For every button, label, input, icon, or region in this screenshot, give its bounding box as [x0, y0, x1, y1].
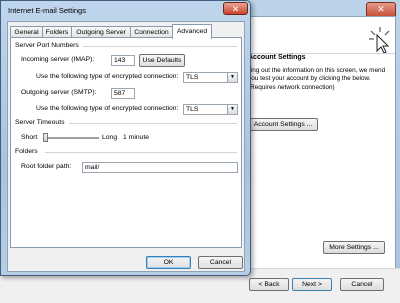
- ok-button[interactable]: OK: [146, 256, 191, 269]
- dialog-client-area: General Folders Outgoing Server Connecti…: [7, 21, 245, 272]
- outgoing-port-input[interactable]: [111, 88, 135, 99]
- incoming-encryption-select[interactable]: TLS ▼: [183, 72, 238, 83]
- advanced-tab-page: Server Port Numbers Incoming server (IMA…: [10, 37, 242, 248]
- incoming-encryption-value: TLS: [186, 74, 199, 81]
- chevron-down-icon: ▼: [227, 73, 237, 82]
- account-settings-heading: Account Settings: [248, 54, 306, 61]
- internet-email-settings-dialog: Internet E-mail Settings ✕ General Folde…: [0, 0, 251, 276]
- more-settings-button[interactable]: More Settings ...: [323, 241, 385, 254]
- group-divider: [45, 152, 237, 153]
- timeout-value-label: 1 minute: [123, 134, 150, 141]
- outgoing-encryption-select[interactable]: TLS ▼: [183, 104, 238, 115]
- root-folder-input[interactable]: [82, 162, 238, 173]
- incoming-encryption-label: Use the following type of encrypted conn…: [36, 73, 179, 80]
- outgoing-encryption-value: TLS: [186, 106, 199, 113]
- cancel-button[interactable]: Cancel: [198, 256, 243, 269]
- dialog-title: Internet E-mail Settings: [8, 6, 86, 15]
- timeout-short-label: Short: [21, 134, 38, 141]
- group-divider: [83, 46, 237, 47]
- timeout-slider-track[interactable]: [43, 137, 99, 139]
- timeout-slider-thumb[interactable]: [43, 133, 48, 142]
- wizard-cancel-button[interactable]: Cancel: [340, 278, 384, 291]
- chevron-down-icon: ▼: [227, 105, 237, 114]
- back-button[interactable]: < Back: [249, 278, 289, 291]
- outgoing-server-label: Outgoing server (SMTP):: [21, 89, 97, 96]
- incoming-port-input[interactable]: [111, 55, 135, 66]
- tab-advanced[interactable]: Advanced: [172, 24, 212, 39]
- dialog-close-button[interactable]: ✕: [223, 2, 248, 15]
- next-button[interactable]: Next >: [292, 278, 332, 291]
- use-defaults-button[interactable]: Use Defaults: [139, 54, 185, 67]
- account-settings-description: lling out the information on this screen…: [248, 67, 386, 91]
- folders-heading: Folders: [15, 148, 38, 155]
- outgoing-encryption-label: Use the following type of encrypted conn…: [36, 105, 179, 112]
- server-port-numbers-heading: Server Port Numbers: [15, 42, 79, 49]
- incoming-server-label: Incoming server (IMAP):: [21, 56, 95, 63]
- timeout-long-label: Long: [102, 134, 118, 141]
- cursor-click-icon: [369, 27, 390, 53]
- test-account-settings-button[interactable]: Account Settings ...: [248, 118, 318, 131]
- group-divider: [69, 123, 237, 124]
- root-folder-label: Root folder path:: [21, 163, 72, 170]
- server-timeouts-heading: Server Timeouts: [15, 119, 65, 126]
